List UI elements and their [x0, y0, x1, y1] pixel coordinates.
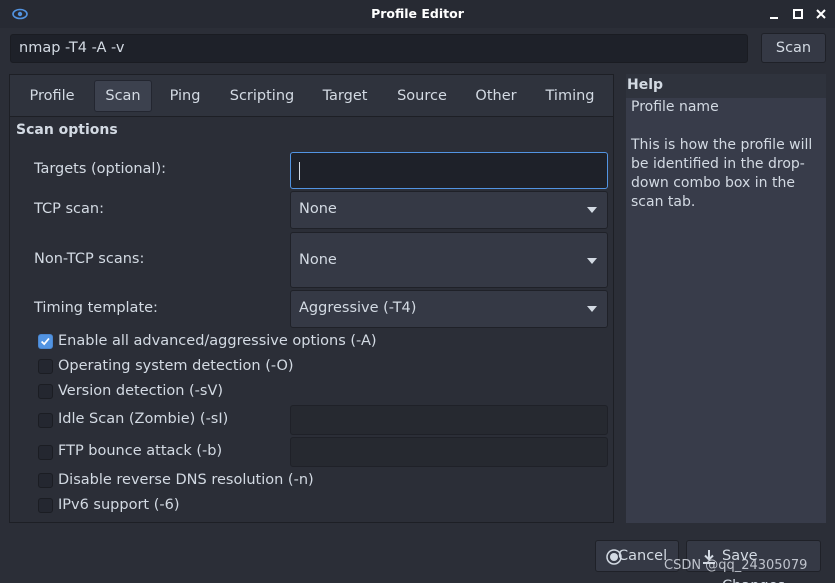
tab-bar: Profile Scan Ping Scripting Target Sourc…	[10, 75, 613, 117]
disable-dns-label: Disable reverse DNS resolution (-n)	[58, 472, 314, 488]
tab-target[interactable]: Target	[313, 80, 377, 112]
tab-source[interactable]: Source	[388, 80, 456, 112]
timing-combo[interactable]: Aggressive (-T4)	[290, 290, 608, 328]
minimize-icon[interactable]	[767, 7, 781, 21]
os-detection-checkbox[interactable]	[38, 359, 53, 374]
ipv6-label: IPv6 support (-6)	[58, 497, 180, 513]
tcp-scan-label: TCP scan:	[34, 201, 104, 217]
chevron-down-icon	[587, 207, 597, 213]
text-cursor	[299, 162, 300, 180]
chevron-down-icon	[587, 258, 597, 264]
command-input[interactable]: nmap -T4 -A -v	[10, 34, 748, 63]
tab-profile[interactable]: Profile	[19, 80, 85, 112]
chevron-down-icon	[587, 306, 597, 312]
idle-scan-label: Idle Scan (Zombie) (-sI)	[58, 411, 229, 427]
disable-dns-checkbox[interactable]	[38, 473, 53, 488]
aggressive-checkbox[interactable]	[38, 334, 53, 349]
help-body: Profile name This is how the profile wil…	[626, 98, 826, 523]
version-detection-label: Version detection (-sV)	[58, 383, 224, 399]
cancel-icon	[606, 549, 622, 565]
tab-other[interactable]: Other	[465, 80, 527, 112]
title-bar: Profile Editor	[0, 0, 835, 28]
tcp-scan-value: None	[299, 201, 337, 217]
maximize-icon[interactable]	[791, 7, 805, 21]
targets-label: Targets (optional):	[34, 161, 166, 177]
timing-value: Aggressive (-T4)	[299, 300, 417, 316]
ipv6-checkbox[interactable]	[38, 498, 53, 513]
idle-scan-checkbox[interactable]	[38, 413, 53, 428]
tab-scripting[interactable]: Scripting	[220, 80, 304, 112]
tab-scan[interactable]: Scan	[94, 80, 152, 112]
non-tcp-label: Non-TCP scans:	[34, 251, 145, 267]
aggressive-label: Enable all advanced/aggressive options (…	[58, 333, 377, 349]
tab-timing[interactable]: Timing	[537, 80, 603, 112]
tab-ping[interactable]: Ping	[158, 80, 212, 112]
version-detection-checkbox[interactable]	[38, 384, 53, 399]
os-detection-label: Operating system detection (-O)	[58, 358, 294, 374]
ftp-bounce-input	[290, 437, 608, 467]
watermark: CSDN @qq_24305079	[664, 558, 808, 573]
idle-scan-input	[290, 405, 608, 435]
close-icon[interactable]	[814, 7, 828, 21]
tcp-scan-combo[interactable]: None	[290, 191, 608, 229]
help-pane: Help Profile name This is how the profil…	[626, 74, 826, 523]
help-title: Help	[627, 77, 664, 93]
ftp-bounce-checkbox[interactable]	[38, 445, 53, 460]
help-heading: Profile name	[631, 99, 719, 115]
targets-input[interactable]	[290, 152, 608, 189]
ftp-bounce-label: FTP bounce attack (-b)	[58, 443, 223, 459]
checkmark-icon	[40, 337, 50, 346]
profile-notebook: Profile Scan Ping Scripting Target Sourc…	[9, 74, 614, 523]
timing-label: Timing template:	[34, 300, 158, 316]
non-tcp-value: None	[299, 252, 337, 268]
window-title: Profile Editor	[371, 6, 464, 21]
non-tcp-combo[interactable]: None	[290, 232, 608, 288]
help-text: This is how the profile will be identifi…	[631, 137, 813, 210]
cancel-label: Cancel	[618, 548, 668, 564]
section-title: Scan options	[16, 122, 118, 138]
scan-button[interactable]: Scan	[761, 33, 826, 63]
